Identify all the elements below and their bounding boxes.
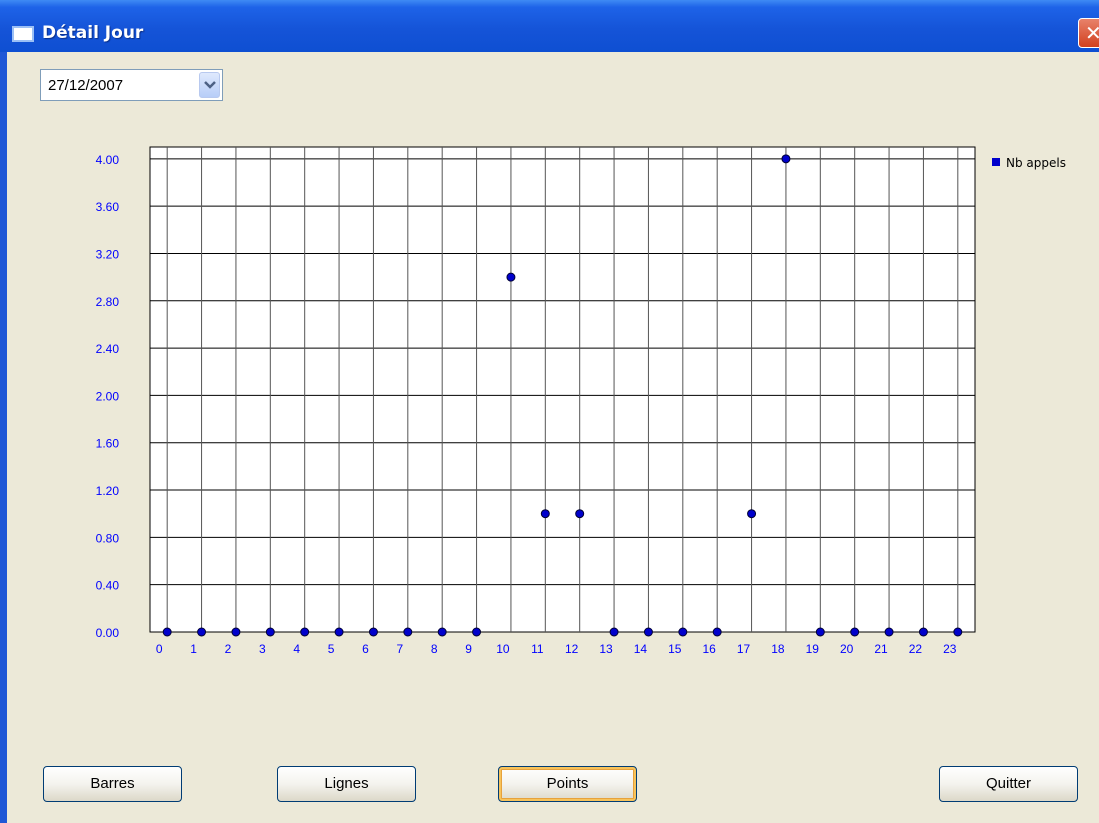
x-tick-label: 6 xyxy=(362,642,369,656)
data-point xyxy=(540,509,550,519)
chart: 0.00 0.40 0.80 1.20 1.60 2.00 2.40 2.80 3.20 3.60… xyxy=(96,146,1066,656)
barres-button[interactable]: Barres xyxy=(43,766,182,802)
data-point xyxy=(334,627,344,637)
title-bar[interactable]: Détail Jour ✕ xyxy=(0,0,1099,52)
y-tick-label: 2.80 xyxy=(96,295,120,309)
close-button[interactable]: ✕ xyxy=(1078,18,1099,48)
x-tick-label: 23 xyxy=(943,642,957,656)
legend-swatch xyxy=(992,158,1000,166)
x-tick-label: 7 xyxy=(396,642,403,656)
y-tick-label: 4.00 xyxy=(96,153,120,167)
data-point xyxy=(472,627,482,637)
x-tick-label: 2 xyxy=(225,642,232,656)
data-point xyxy=(368,627,378,637)
x-tick-label: 11 xyxy=(531,642,544,656)
x-tick-label: 22 xyxy=(909,642,923,656)
data-point xyxy=(197,627,207,637)
x-tick-label: 10 xyxy=(496,642,510,656)
data-point xyxy=(403,627,413,637)
y-tick-label: 0.00 xyxy=(96,626,120,640)
y-tick-label: 2.40 xyxy=(96,342,120,356)
data-point xyxy=(815,627,825,637)
quitter-button[interactable]: Quitter xyxy=(939,766,1078,802)
data-point xyxy=(747,509,757,519)
x-tick-label: 13 xyxy=(599,642,613,656)
data-point xyxy=(953,627,963,637)
window: Détail Jour ✕ 27/12/2007 0.00 0.40 0.80 1.2… xyxy=(0,0,1099,823)
x-tick-label: 15 xyxy=(668,642,682,656)
data-point xyxy=(918,627,928,637)
y-tick-label: 2.00 xyxy=(96,389,120,403)
plot-area xyxy=(149,146,976,633)
data-point xyxy=(643,627,653,637)
data-point xyxy=(678,627,688,637)
y-tick-label: 1.60 xyxy=(96,437,120,451)
window-icon xyxy=(12,26,34,42)
data-point xyxy=(884,627,894,637)
x-tick-label: 18 xyxy=(771,642,785,656)
close-icon: ✕ xyxy=(1085,21,1099,45)
y-tick-label: 1.20 xyxy=(96,484,120,498)
x-tick-label: 17 xyxy=(737,642,751,656)
x-tick-label: 4 xyxy=(293,642,300,656)
data-point xyxy=(437,627,447,637)
data-point xyxy=(506,272,516,282)
data-point xyxy=(300,627,310,637)
window-title: Détail Jour xyxy=(42,23,144,43)
x-tick-label: 21 xyxy=(874,642,888,656)
x-tick-label: 12 xyxy=(565,642,579,656)
x-tick-label: 19 xyxy=(806,642,820,656)
lignes-button[interactable]: Lignes xyxy=(277,766,416,802)
legend-label: Nb appels xyxy=(1006,156,1066,170)
points-button[interactable]: Points xyxy=(498,766,637,802)
x-tick-label: 1 xyxy=(190,642,197,656)
client-area: 27/12/2007 0.00 0.40 0.80 1.20 1.60 2.00 2.40 2… xyxy=(7,52,1099,823)
y-tick-label: 0.80 xyxy=(96,531,120,545)
data-point xyxy=(575,509,585,519)
x-tick-label: 14 xyxy=(634,642,648,656)
x-tick-label: 20 xyxy=(840,642,854,656)
y-tick-label: 0.40 xyxy=(96,579,120,593)
x-tick-label: 8 xyxy=(431,642,438,656)
data-point xyxy=(781,154,791,164)
x-tick-label: 0 xyxy=(156,642,163,656)
y-tick-label: 3.20 xyxy=(96,247,120,261)
data-point xyxy=(265,627,275,637)
data-point xyxy=(231,627,241,637)
data-point xyxy=(850,627,860,637)
x-tick-label: 3 xyxy=(259,642,266,656)
x-tick-label: 16 xyxy=(703,642,717,656)
data-point xyxy=(712,627,722,637)
x-tick-label: 5 xyxy=(328,642,335,656)
data-point xyxy=(609,627,619,637)
x-tick-label: 9 xyxy=(465,642,472,656)
y-tick-label: 3.60 xyxy=(96,200,120,214)
data-point xyxy=(162,627,172,637)
